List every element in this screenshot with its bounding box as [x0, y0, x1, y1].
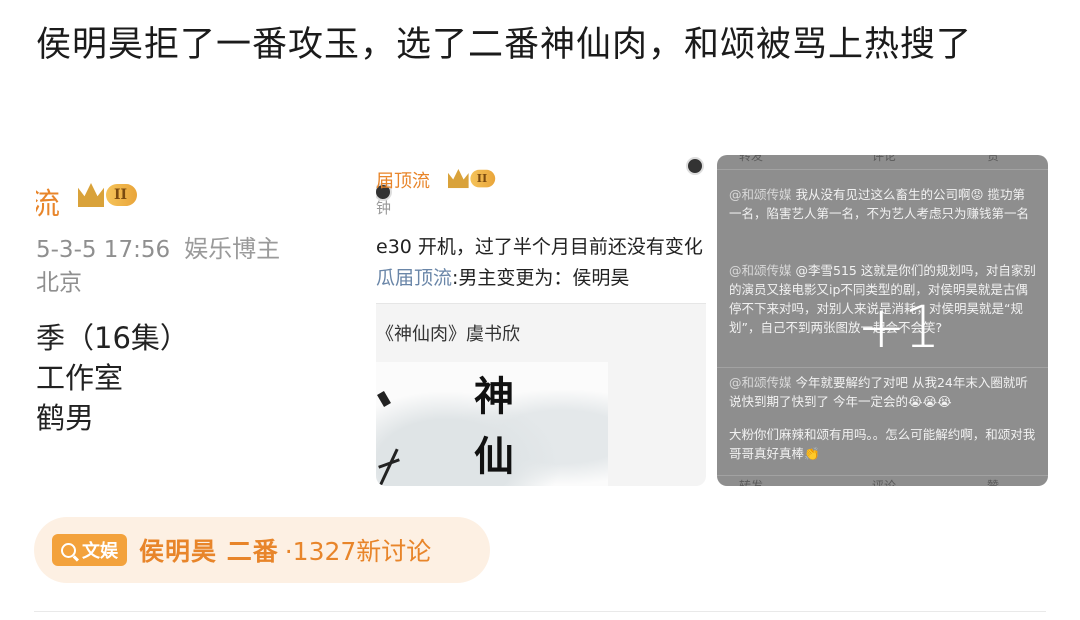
thumbnail-2[interactable]: 届顶流 II 钟 e30 开机，过了半个月目前还没有变化 瓜届顶流:男主变更为：…: [376, 155, 706, 486]
comment-text: 大粉你们麻辣和颂有用吗。。怎么可能解约啊，和颂对我哥哥真好真棒👏: [729, 427, 1036, 461]
quoted-title: 《神仙肉》虞书欣: [376, 324, 520, 345]
comment-user: @和颂传媒: [729, 187, 792, 202]
thumbnail-3-more[interactable]: 转发 评论 赞 @和颂传媒 我从没有见过这么畜生的公司啊😡 揽功第一名，陷害艺人…: [717, 155, 1048, 486]
post-meta: 5-3-5 17:56 娱乐博主: [36, 229, 280, 264]
repost-action: 转发: [739, 155, 764, 163]
comment-3: @和颂传媒 今年就要解约了对吧 从我24年末入圈就听说快到期了快到了 今年一定会…: [729, 373, 1037, 411]
level-badge: II: [106, 184, 138, 206]
soccer-ball-icon: [686, 157, 704, 175]
topic-chip[interactable]: 文娱 侯明昊 二番 ·1327新讨论: [34, 517, 490, 583]
level-badge: II: [470, 169, 496, 188]
poster-char-1: 神: [474, 373, 514, 420]
vip-badge: II: [78, 183, 138, 207]
comment-action: 评论: [872, 479, 897, 486]
topic-name: 侯明昊 二番: [139, 537, 279, 566]
vip-badge: II: [448, 169, 496, 189]
post-headline[interactable]: 侯明昊拒了一番攻玉，选了二番神仙肉，和颂被骂上热搜了: [36, 18, 1046, 72]
post-date: 5-3-5 17:56: [36, 237, 171, 263]
divider: [34, 611, 1046, 612]
post-text-2: 瓜届顶流:男主变更为：侯明昊: [376, 263, 629, 290]
topic-discussion-count: ·1327新讨论: [284, 537, 432, 566]
more-images-count: +1: [857, 293, 940, 361]
comment-4: 大粉你们麻辣和颂有用吗。。怎么可能解约啊，和颂对我哥哥真好真棒👏: [729, 425, 1037, 463]
comment-user: @和颂传媒: [729, 375, 792, 390]
post-location: 北京: [36, 270, 82, 296]
post-line-1: 季（16集）: [36, 321, 189, 355]
image-gallery: 流 II 5-3-5 17:56 娱乐博主 北京 季（16集） 工作室 鹤男 届顶…: [36, 155, 1048, 486]
post-text-2-body: :男主变更为：侯明昊: [452, 267, 630, 289]
mention-link: 瓜届顶流: [376, 267, 453, 289]
like-action: 赞: [987, 155, 1000, 163]
author-name: 届顶流: [376, 171, 430, 192]
post-time: 钟: [376, 199, 392, 217]
poster-char-2: 仙: [474, 433, 514, 480]
post-text-1: e30 开机，过了半个月目前还没有变化: [376, 236, 703, 258]
author-role: 娱乐博主: [184, 235, 281, 263]
like-action: 赞: [987, 479, 1000, 486]
post-line-3: 鹤男: [36, 401, 95, 435]
author-name: 流: [36, 187, 60, 222]
comment-action: 评论: [872, 155, 897, 163]
quoted-post: 《神仙肉》虞书欣 神 仙: [376, 303, 706, 486]
search-icon: [61, 542, 76, 558]
topic-category: 文娱: [82, 541, 118, 562]
comment-user: @和颂传媒: [729, 263, 792, 278]
crown-icon: [448, 169, 469, 189]
crown-icon: [78, 183, 104, 207]
repost-action: 转发: [739, 479, 764, 486]
post-line-2: 工作室: [36, 361, 124, 395]
comment-1: @和颂传媒 我从没有见过这么畜生的公司啊😡 揽功第一名，陷害艺人第一名，不为艺人…: [729, 185, 1037, 223]
drama-poster: 神 仙: [376, 362, 608, 486]
topic-category-badge: 文娱: [52, 534, 127, 566]
thumbnail-1[interactable]: 流 II 5-3-5 17:56 娱乐博主 北京 季（16集） 工作室 鹤男: [36, 155, 366, 486]
